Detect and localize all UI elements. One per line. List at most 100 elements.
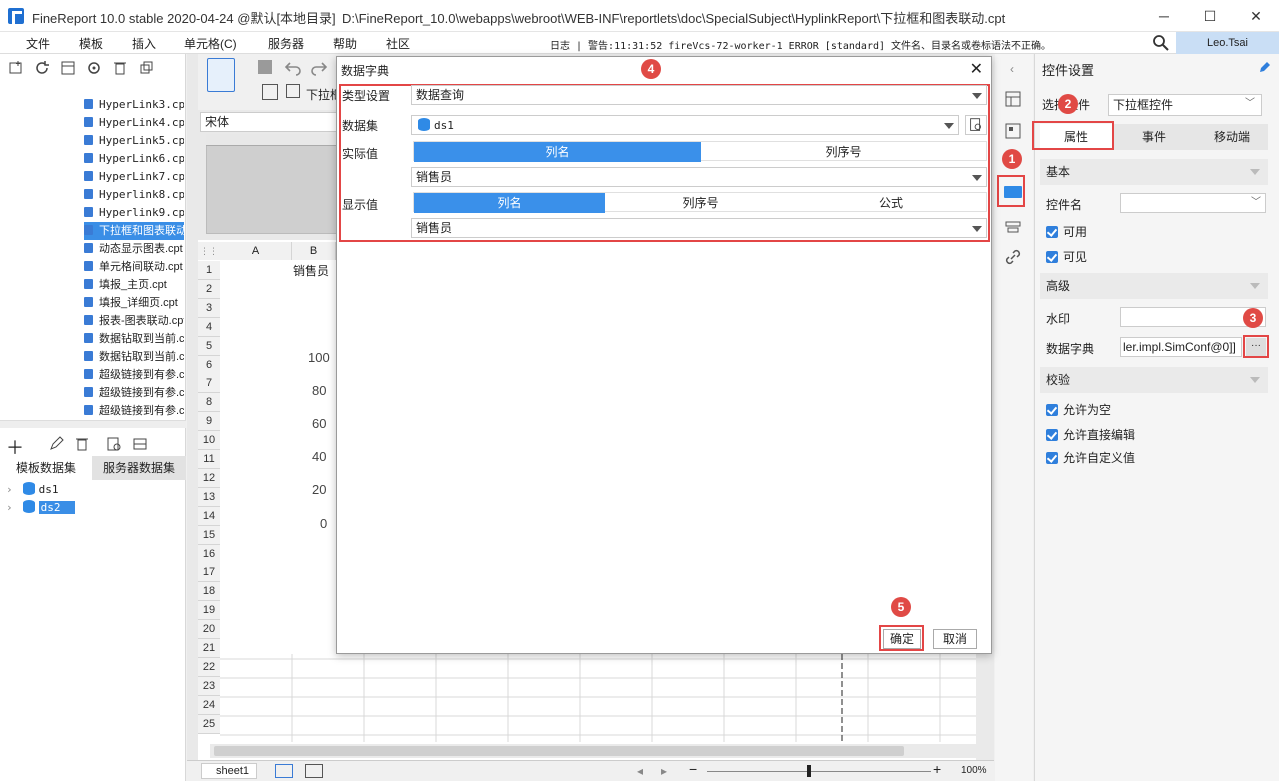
display-value-select[interactable]: 销售员 xyxy=(411,218,987,238)
add-form-sheet-icon[interactable] xyxy=(305,764,323,778)
file-item[interactable]: HyperLink6.cpt xyxy=(84,150,184,168)
dataset-item[interactable]: › ds2 xyxy=(6,499,75,517)
row-header[interactable]: 17 xyxy=(198,563,220,583)
row-header[interactable]: 25 xyxy=(198,714,220,734)
close-window-button[interactable]: ✕ xyxy=(1236,4,1276,28)
font-select[interactable]: 宋体 xyxy=(200,112,338,132)
maximize-button[interactable]: ☐ xyxy=(1190,4,1230,28)
user-name[interactable]: Leo.Tsai xyxy=(1176,32,1279,54)
row-header[interactable]: 4 xyxy=(198,317,220,337)
row-header[interactable]: 22 xyxy=(198,657,220,677)
file-item[interactable]: Hyperlink8.cpt xyxy=(84,186,184,204)
row-header[interactable]: 18 xyxy=(198,582,220,602)
widget-mode-icon[interactable] xyxy=(207,58,235,92)
row-header[interactable]: 5 xyxy=(198,336,220,356)
file-item[interactable]: 填报_详细页.cpt xyxy=(84,294,184,312)
dataset-item[interactable]: › ds1 xyxy=(6,481,59,499)
copy-icon[interactable] xyxy=(138,60,154,76)
visible-checkbox[interactable]: 可见 xyxy=(1046,248,1087,265)
edit-icon[interactable] xyxy=(48,436,64,452)
row-header[interactable]: 3 xyxy=(198,298,220,318)
file-item[interactable]: HyperLink3.cpt xyxy=(84,96,184,114)
section-validation[interactable]: 校验 xyxy=(1040,367,1268,393)
data-dict-value[interactable]: ler.impl.SimConf@0]] xyxy=(1120,337,1242,357)
file-item[interactable]: 超级链接到有参.cpt xyxy=(84,384,184,402)
redo-icon[interactable] xyxy=(310,58,328,76)
next-sheet-icon[interactable]: ▸ xyxy=(661,764,667,778)
row-header[interactable]: 14 xyxy=(198,506,220,526)
new-folder-icon[interactable] xyxy=(8,60,24,76)
section-basic[interactable]: 基本 xyxy=(1040,159,1268,185)
allow-custom-checkbox[interactable]: 允许自定义值 xyxy=(1046,449,1135,466)
minimize-button[interactable]: ─ xyxy=(1144,4,1184,28)
file-item[interactable]: 数据钻取到当前.cpt xyxy=(84,348,184,366)
file-item[interactable]: 超级链接到有参.cpt xyxy=(84,402,184,420)
dialog-close-icon[interactable]: ✕ xyxy=(970,59,983,79)
row-header[interactable]: 16 xyxy=(198,544,220,564)
scrollbar-thumb[interactable] xyxy=(214,746,904,756)
row-header[interactable]: 15 xyxy=(198,525,220,545)
menu-help[interactable]: 帮助 xyxy=(333,35,357,52)
actual-tab-column-name[interactable]: 列名 xyxy=(414,142,701,162)
row-header[interactable]: 1 xyxy=(198,261,220,280)
horizontal-scrollbar[interactable] xyxy=(210,744,976,758)
row-header[interactable]: 8 xyxy=(198,393,220,413)
menu-file[interactable]: 文件 xyxy=(26,35,50,52)
table-icon[interactable] xyxy=(286,84,300,98)
row-header[interactable]: 24 xyxy=(198,695,220,715)
save-icon[interactable] xyxy=(256,58,274,76)
refresh-icon[interactable] xyxy=(34,60,50,76)
allow-direct-edit-checkbox[interactable]: 允许直接编辑 xyxy=(1046,426,1135,443)
splitter[interactable] xyxy=(0,420,186,428)
delete-icon[interactable] xyxy=(112,60,128,76)
preview-dataset-icon[interactable] xyxy=(106,436,122,452)
widget-name-input[interactable]: ﹀ xyxy=(1120,193,1266,213)
row-header[interactable]: 2 xyxy=(198,279,220,299)
row-header[interactable]: 11 xyxy=(198,450,220,469)
select-widget-dropdown[interactable]: 下拉框控件 ﹀ xyxy=(1108,94,1262,116)
settings-icon[interactable] xyxy=(86,60,102,76)
file-item[interactable]: 单元格间联动.cpt xyxy=(84,258,184,276)
menu-insert[interactable]: 插入 xyxy=(132,35,156,52)
tab-template-dataset[interactable]: 模板数据集 xyxy=(0,456,92,480)
server-dataset-icon[interactable] xyxy=(132,436,148,452)
row-header[interactable]: 12 xyxy=(198,468,220,488)
row-header[interactable]: 10 xyxy=(198,431,220,451)
sheet-tab[interactable]: sheet1 xyxy=(201,763,257,779)
row-header[interactable]: 20 xyxy=(198,620,220,640)
search-icon[interactable] xyxy=(1152,34,1170,52)
actual-value-select[interactable]: 销售员 xyxy=(411,167,987,187)
log-status[interactable]: 日志 | 警告:11:31:52 fireVcs-72-worker-1 ERR… xyxy=(550,37,1051,52)
prev-sheet-icon[interactable]: ◂ xyxy=(637,764,643,778)
file-item[interactable]: 数据钻取到当前.cpt xyxy=(84,330,184,348)
column-header-a[interactable]: A xyxy=(220,242,292,260)
zoom-in-button[interactable]: + xyxy=(933,761,941,777)
section-advanced[interactable]: 高级 xyxy=(1040,273,1268,299)
undo-icon[interactable] xyxy=(284,58,302,76)
tab-server-dataset[interactable]: 服务器数据集 xyxy=(92,456,186,480)
grid-icon[interactable] xyxy=(262,84,278,100)
row-header[interactable]: 9 xyxy=(198,412,220,432)
file-item[interactable]: HyperLink7.cpt xyxy=(84,168,184,186)
file-item[interactable]: HyperLink5.cpt xyxy=(84,132,184,150)
file-item[interactable]: 动态显示图表.cpt xyxy=(84,240,184,258)
tab-events[interactable]: 事件 xyxy=(1118,124,1190,150)
type-setting-select[interactable]: 数据查询 xyxy=(411,85,987,105)
condition-icon[interactable] xyxy=(1004,218,1022,236)
expand-arrow-icon[interactable]: › xyxy=(6,483,13,496)
file-item[interactable]: 填报_主页.cpt xyxy=(84,276,184,294)
zoom-slider[interactable] xyxy=(707,771,931,772)
column-header-b[interactable]: B xyxy=(292,242,336,260)
enabled-checkbox[interactable]: 可用 xyxy=(1046,223,1087,240)
file-item-selected[interactable]: 下拉框和图表联动.cpt xyxy=(84,222,184,240)
display-tab-formula[interactable]: 公式 xyxy=(796,193,986,213)
delete-dataset-icon[interactable] xyxy=(74,436,90,452)
allow-empty-checkbox[interactable]: 允许为空 xyxy=(1046,401,1111,418)
row-header[interactable]: 13 xyxy=(198,487,220,507)
actual-tab-column-index[interactable]: 列序号 xyxy=(701,142,986,162)
dataset-select[interactable]: ds1 xyxy=(411,115,959,135)
file-item[interactable]: HyperLink4.cpt xyxy=(84,114,184,132)
file-item[interactable]: 报表-图表联动.cpt xyxy=(84,312,184,330)
cell-b1[interactable]: 销售员 xyxy=(293,262,329,279)
row-header[interactable]: 6 xyxy=(198,355,220,375)
